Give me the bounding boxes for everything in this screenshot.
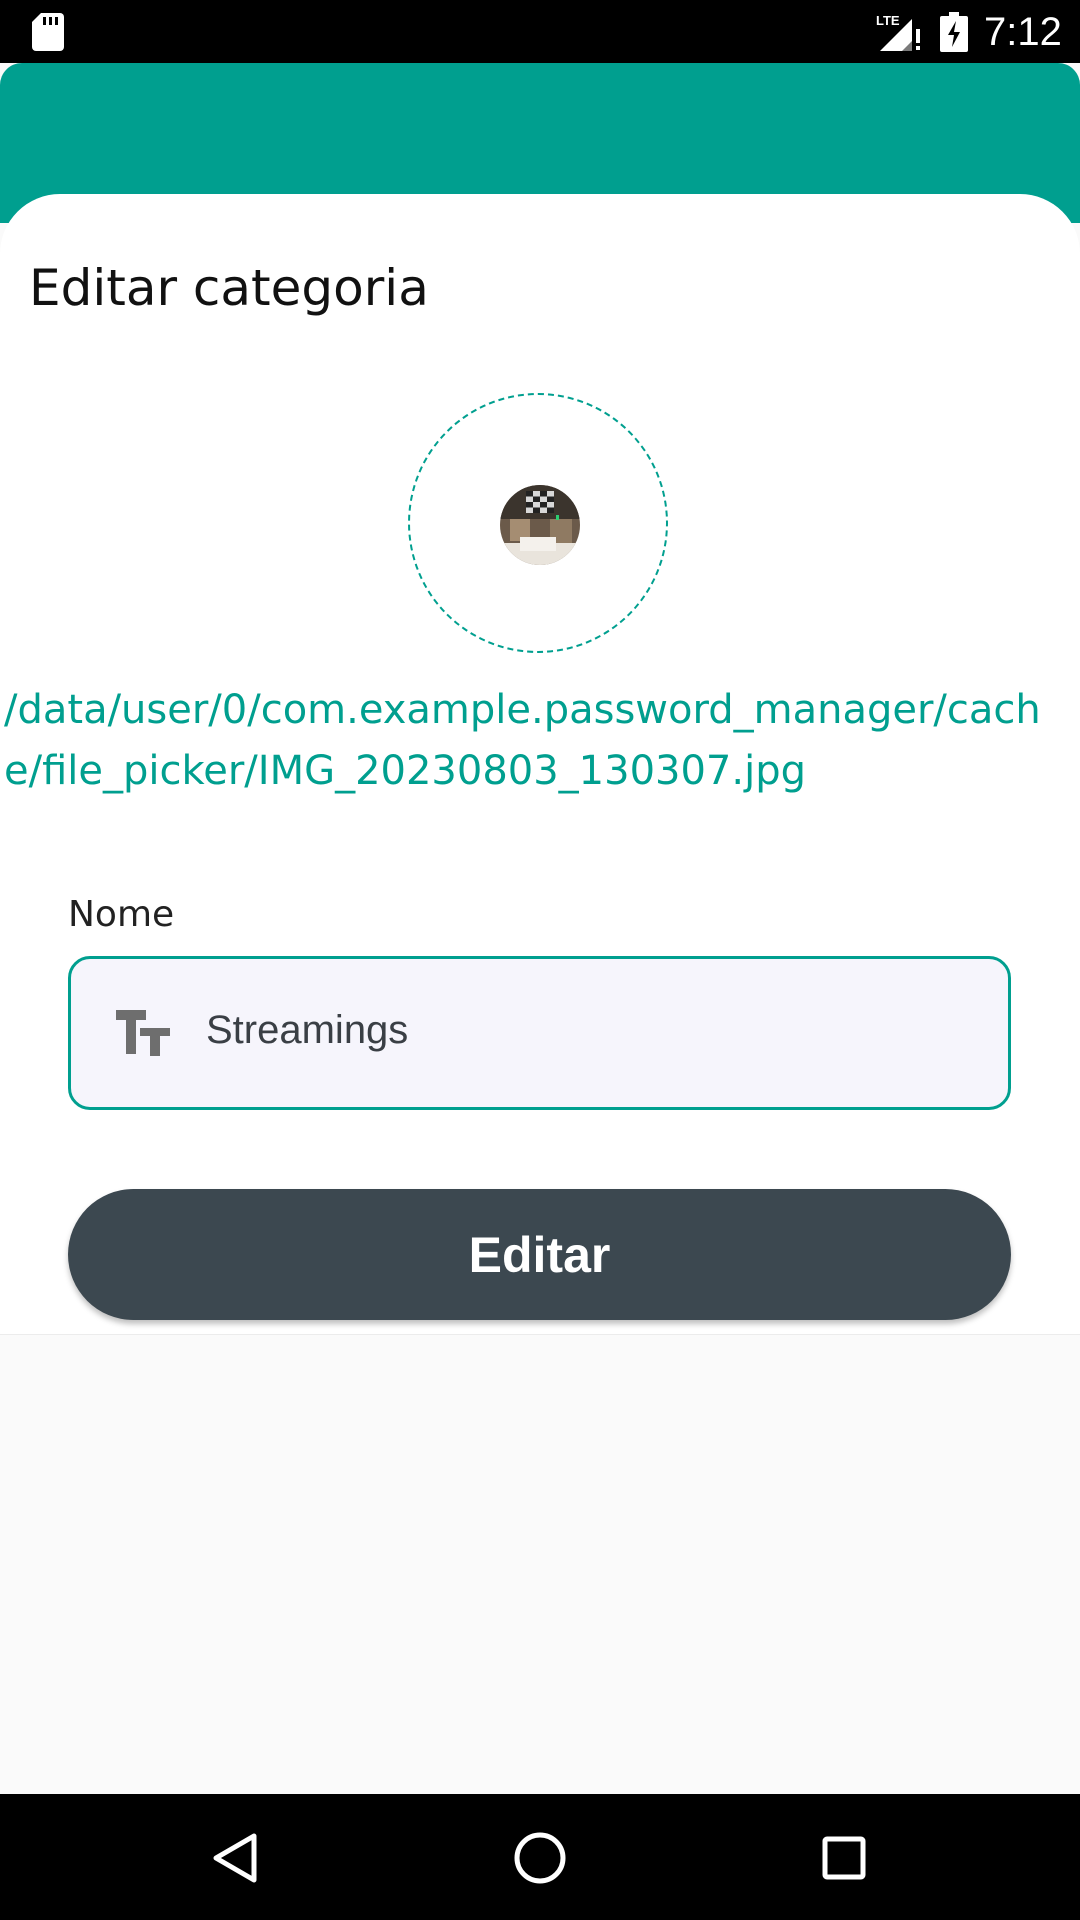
name-field-label: Nome bbox=[68, 894, 175, 935]
category-image-thumbnail[interactable] bbox=[500, 485, 580, 565]
edit-button[interactable]: Editar bbox=[68, 1189, 1011, 1320]
sd-card-icon bbox=[32, 13, 64, 51]
image-file-path: /data/user/0/com.example.password_manage… bbox=[4, 687, 1041, 794]
signal-icon: LTE bbox=[876, 13, 920, 51]
name-input[interactable] bbox=[206, 1000, 966, 1060]
status-bar: LTE 7:12 bbox=[0, 0, 1080, 63]
photo-thumbnail bbox=[500, 485, 580, 565]
network-type-label: LTE bbox=[876, 13, 900, 28]
back-icon[interactable] bbox=[210, 1832, 260, 1884]
text-size-icon bbox=[116, 1010, 170, 1056]
home-icon[interactable] bbox=[514, 1832, 566, 1884]
status-clock: 7:12 bbox=[984, 10, 1062, 54]
battery-charging-icon bbox=[940, 12, 968, 52]
recents-icon[interactable] bbox=[822, 1836, 866, 1880]
page-title: Editar categoria bbox=[29, 259, 429, 317]
